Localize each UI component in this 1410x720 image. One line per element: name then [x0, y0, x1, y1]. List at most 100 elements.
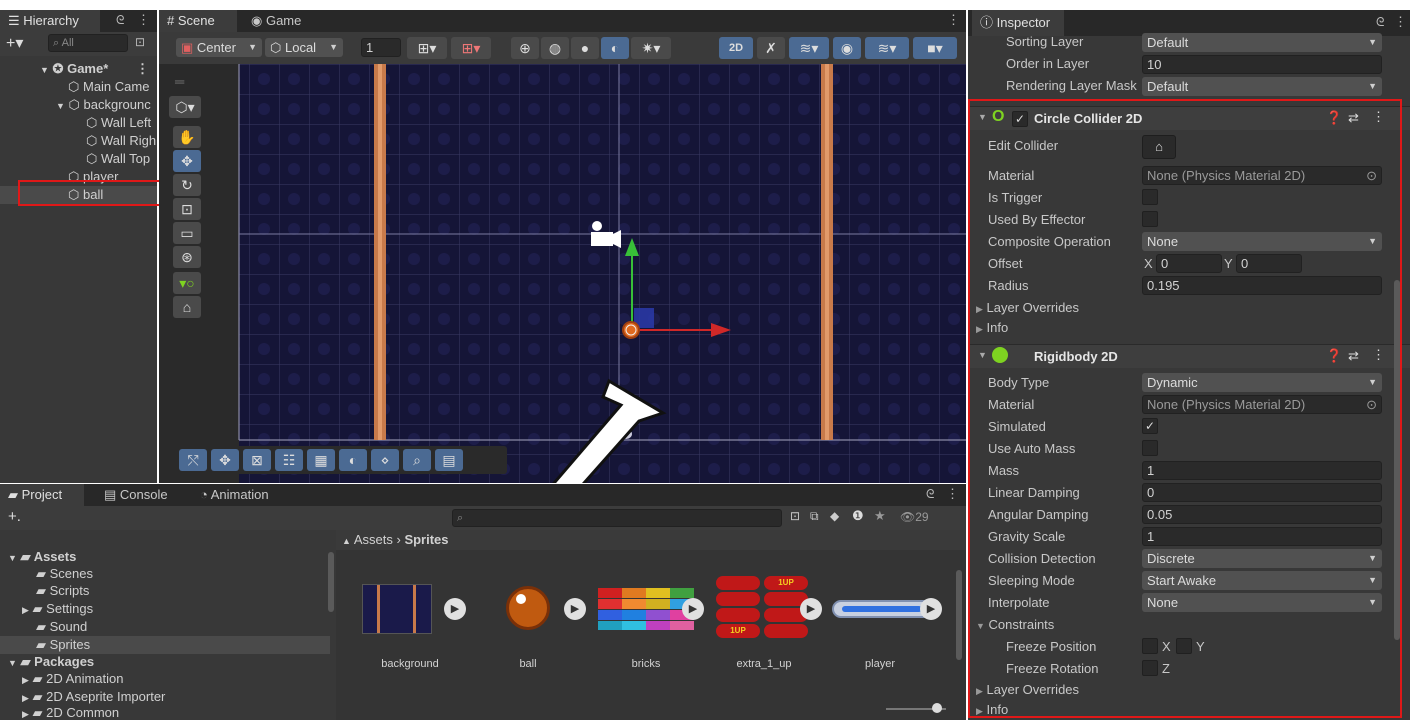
collider-tool-button[interactable]: ▾○ [173, 272, 201, 294]
hierarchy-item-background[interactable]: ▼ ⬡ backgrounc [0, 96, 157, 114]
sorting-layer-dropdown[interactable]: Default ▼ [1142, 33, 1382, 52]
tab-inspector[interactable]: ⓘ Inspector [972, 10, 1064, 36]
asset-bricks-thumb[interactable] [598, 588, 694, 630]
hierarchy-item-game[interactable]: ▼ ✪ Game* ⋮ [0, 60, 157, 78]
shading-unlit-button[interactable]: ● [571, 37, 599, 59]
tag-icon[interactable]: ◆ [830, 509, 839, 523]
tab-console[interactable]: ▤ Console [96, 484, 180, 506]
hierarchy-item-main-camera[interactable]: ⬡ Main Came [0, 78, 157, 96]
hierarchy-item-wall-right[interactable]: ⬡ Wall Righ [0, 132, 157, 150]
overlay-tool-9[interactable]: ▤ [435, 449, 463, 471]
play-icon[interactable]: ▶ [682, 598, 704, 620]
console-icon: ▤ [104, 487, 117, 502]
tree-item-2d-animation[interactable]: ▶ ▰ 2D Animation [0, 670, 330, 688]
tree-scrollbar[interactable] [328, 552, 334, 612]
asset-ball-thumb[interactable] [506, 586, 550, 630]
shading-wire-button[interactable]: ⊕ [511, 37, 539, 59]
wall-right-highlight [825, 64, 829, 440]
space-dropdown[interactable]: ⬡ Local ▼ [265, 38, 343, 57]
triangle-down-icon: ▼ [56, 101, 65, 111]
play-icon[interactable]: ▶ [800, 598, 822, 620]
overlay-tool-2[interactable]: ✥ [211, 449, 239, 471]
filter-type-icon[interactable]: ⊡ [790, 509, 800, 523]
visibility-button[interactable]: ◉ [833, 37, 861, 59]
hierarchy-item-wall-top[interactable]: ⬡ Wall Top [0, 150, 157, 168]
add-icon[interactable]: +. [8, 508, 21, 525]
snap-settings-button[interactable]: ⊞▾ [451, 37, 491, 59]
more-icon[interactable]: ⋮ [946, 486, 959, 502]
more-icon[interactable]: ⋮ [136, 60, 149, 78]
filter-label-icon[interactable]: ⧉ [810, 509, 819, 524]
add-icon[interactable]: +▾ [6, 33, 23, 53]
hierarchy-search[interactable]: ⌕ All [48, 34, 128, 52]
more-icon[interactable]: ⋮ [1394, 14, 1407, 30]
asset-scrollbar[interactable] [956, 570, 962, 660]
asset-player-thumb[interactable] [832, 600, 932, 618]
tab-project[interactable]: ▰ Project [0, 484, 84, 506]
scale-tool-button[interactable]: ⊡ [173, 198, 201, 220]
palette-handle-icon[interactable]: ═ [175, 74, 184, 89]
lock-icon[interactable]: ᘓ [926, 487, 934, 502]
more-icon[interactable]: ⋮ [947, 12, 960, 28]
lock-icon[interactable]: ᘓ [116, 13, 124, 28]
overlay-tool-6[interactable]: ◐ [339, 449, 367, 471]
layers-button[interactable]: ≋▾ [865, 37, 909, 59]
shading-shaded-wire-button[interactable]: ◍ [541, 37, 569, 59]
tree-item-scenes[interactable]: ▰ Scenes [0, 565, 330, 583]
breadcrumb-assets[interactable]: Assets [354, 532, 393, 547]
tree-item-packages[interactable]: ▼ ▰ Packages [0, 653, 330, 671]
tree-item-2d-common[interactable]: ▶ ▰ 2D Common [0, 704, 330, 720]
camera-button[interactable]: ■▾ [913, 37, 957, 59]
star-icon[interactable]: ★ [874, 508, 886, 524]
play-icon[interactable]: ▶ [920, 598, 942, 620]
asset-extra-thumb[interactable]: 1UP 1UP [714, 574, 810, 640]
tree-item-sound[interactable]: ▰ Sound [0, 618, 330, 636]
overlay-tool-4[interactable]: ☷ [275, 449, 303, 471]
grid-snap-button[interactable]: ⊞▾ [407, 37, 447, 59]
paddle-stripe [842, 606, 922, 612]
more-icon[interactable]: ⋮ [137, 12, 150, 28]
zoom-slider-thumb[interactable] [932, 703, 942, 713]
pill [716, 608, 760, 622]
play-icon[interactable]: ▶ [444, 598, 466, 620]
overlay-tool-7[interactable]: ⋄ [371, 449, 399, 471]
mode-2d-button[interactable]: 2D [719, 37, 753, 59]
lighting-toggle-button[interactable]: ✗ [757, 37, 785, 59]
lock-icon[interactable]: ᘓ [1376, 15, 1384, 30]
grid-size-field[interactable]: 1 [361, 38, 401, 57]
rotate-tool-button[interactable]: ↻ [173, 174, 201, 196]
audio-fx-button[interactable]: ≋▾ [789, 37, 829, 59]
rendering-layer-mask-dropdown[interactable]: Default ▼ [1142, 77, 1382, 96]
overlay-tool-1[interactable]: ⤲ [179, 449, 207, 471]
tab-hierarchy[interactable]: ☰ Hierarchy [0, 10, 100, 32]
hierarchy-item-wall-left[interactable]: ⬡ Wall Left [0, 114, 157, 132]
shading-lit-button[interactable]: ◐ [601, 37, 629, 59]
tree-item-sprites[interactable]: ▰ Sprites [0, 636, 330, 654]
edit-collider-tool-button[interactable]: ⌂ [173, 296, 201, 318]
gizmo-dropdown-button[interactable]: ⬡▾ [169, 96, 201, 118]
asset-background-thumb[interactable] [362, 584, 432, 634]
breadcrumb-sprites[interactable]: Sprites [404, 532, 448, 547]
pivot-dropdown[interactable]: ▣ Center ▼ [176, 38, 262, 57]
tab-game[interactable]: ◉ Game [243, 10, 313, 32]
info-icon[interactable]: ❶ [852, 508, 864, 524]
tree-item-scripts[interactable]: ▰ Scripts [0, 582, 330, 600]
ball-sprite[interactable] [622, 321, 640, 339]
tab-animation[interactable]: ◔ Animation [192, 484, 292, 506]
view-tool-button[interactable]: ✋ [173, 126, 201, 148]
overlay-tool-3[interactable]: ⊠ [243, 449, 271, 471]
move-tool-button[interactable]: ✥ [173, 150, 201, 172]
order-in-layer-field[interactable]: 10 [1142, 55, 1382, 74]
play-icon[interactable]: ▶ [564, 598, 586, 620]
tab-scene[interactable]: # Scene [159, 10, 237, 32]
rect-tool-button[interactable]: ▭ [173, 222, 201, 244]
overlay-tool-5[interactable]: ▦ [307, 449, 335, 471]
overlay-search-tool[interactable]: ⌕ [403, 449, 431, 471]
scene-viewport[interactable] [159, 64, 966, 483]
transform-tool-button[interactable]: ⊛ [173, 246, 201, 268]
scene-filter-icon[interactable]: ⊡ [135, 35, 145, 49]
tree-item-settings[interactable]: ▶ ▰ Settings [0, 600, 330, 618]
tree-item-assets[interactable]: ▼ ▰ Assets [0, 548, 330, 566]
project-search[interactable]: ⌕ [452, 509, 782, 527]
debug-draw-button[interactable]: ✷▾ [631, 37, 671, 59]
